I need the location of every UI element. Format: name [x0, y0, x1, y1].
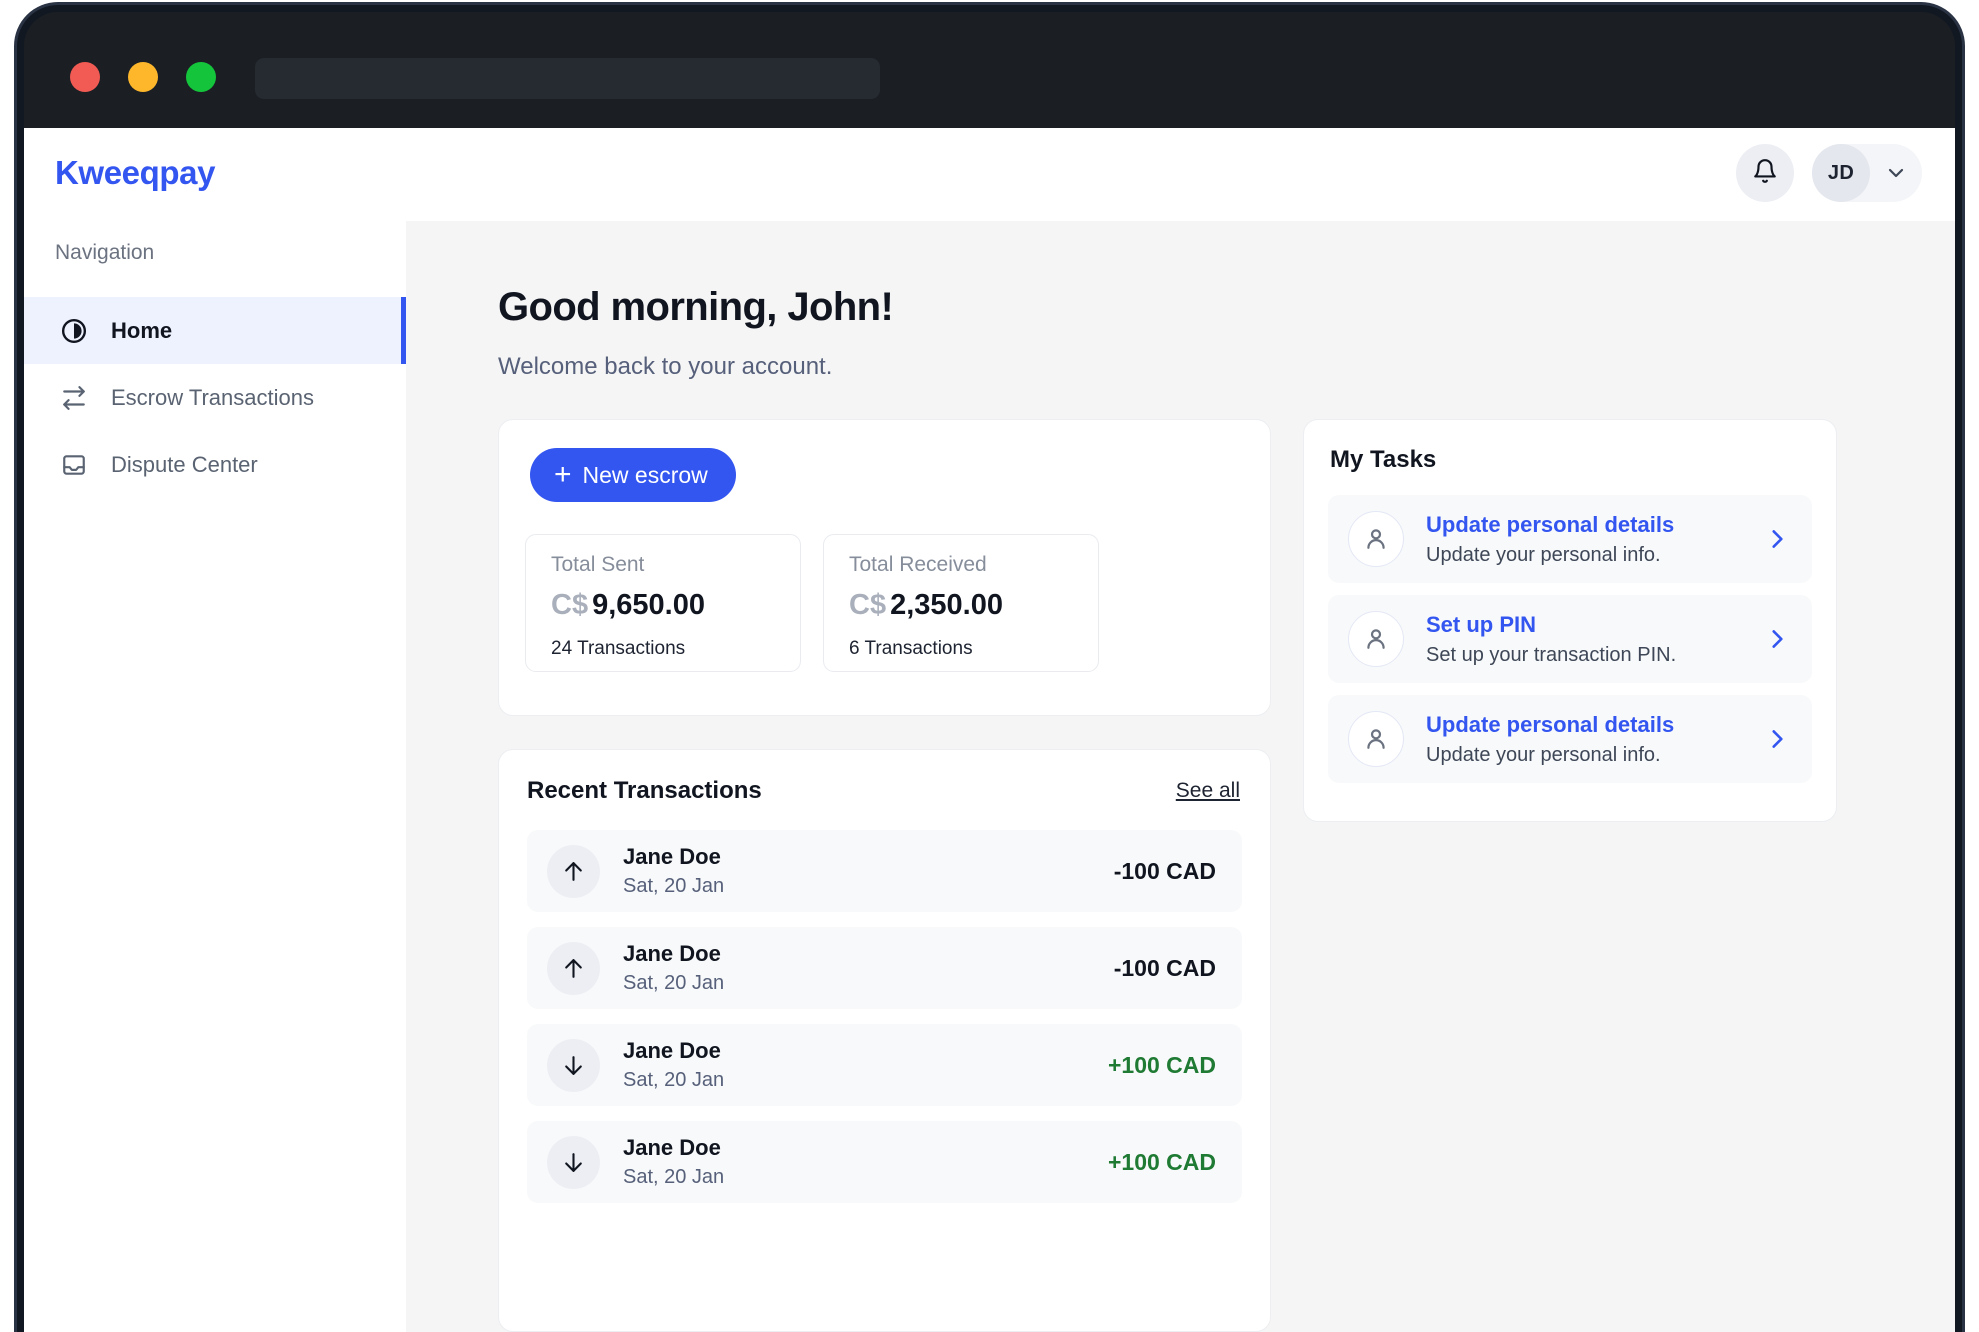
browser-titlebar: [24, 12, 1955, 128]
stat-label: Total Received: [849, 553, 987, 576]
list-item[interactable]: Update personal details Update your pers…: [1328, 695, 1812, 783]
chevron-down-icon: [1884, 161, 1908, 185]
sidebar-item-escrow-transactions[interactable]: Escrow Transactions: [24, 364, 406, 431]
main-content: Good morning, John! Welcome back to your…: [406, 221, 1955, 1332]
list-item[interactable]: Set up PIN Set up your transaction PIN.: [1328, 595, 1812, 683]
table-row[interactable]: Jane Doe Sat, 20 Jan -100 CAD: [527, 927, 1242, 1009]
transaction-info: Jane Doe Sat, 20 Jan: [623, 941, 1114, 995]
sidebar-section-label: Navigation: [55, 241, 155, 264]
amount-value: 2,350.00: [890, 589, 1003, 621]
sidebar-item-label: Dispute Center: [111, 451, 258, 477]
my-tasks-card: My Tasks Update personal details Update …: [1303, 419, 1837, 822]
brand-logo[interactable]: Kweeqpay: [55, 154, 215, 192]
transaction-name: Jane Doe: [623, 844, 721, 869]
transaction-date: Sat, 20 Jan: [623, 875, 725, 897]
task-info: Update personal details Update your pers…: [1426, 512, 1764, 567]
new-escrow-button[interactable]: + New escrow: [530, 448, 736, 502]
new-escrow-label: New escrow: [582, 461, 708, 488]
stat-card-total-received: Total Received C$ 2,350.00 6 Transactions: [823, 534, 1099, 672]
task-info: Update personal details Update your pers…: [1426, 712, 1764, 767]
transaction-list: Jane Doe Sat, 20 Jan -100 CAD Jane Doe S…: [527, 830, 1242, 1218]
sidebar-item-label: Home: [111, 317, 173, 343]
transaction-info: Jane Doe Sat, 20 Jan: [623, 1038, 1108, 1092]
transaction-amount: -100 CAD: [1113, 954, 1216, 981]
stat-amount: C$ 2,350.00: [849, 589, 1003, 622]
arrow-up-icon: [547, 844, 600, 898]
currency-code: C$: [849, 589, 887, 621]
arrow-down-icon: [547, 1135, 600, 1189]
chevron-right-icon[interactable]: [1764, 726, 1790, 752]
task-description: Update your personal info.: [1426, 543, 1661, 566]
page-subtitle: Welcome back to your account.: [498, 353, 833, 380]
transaction-info: Jane Doe Sat, 20 Jan: [623, 844, 1114, 898]
browser-window: Kweeqpay JD Navigation Home Escrow Trans…: [24, 12, 1955, 1332]
notifications-button[interactable]: [1736, 144, 1794, 202]
see-all-link[interactable]: See all: [1176, 779, 1240, 803]
task-description: Update your personal info.: [1426, 743, 1661, 766]
overview-card: + New escrow Total Sent C$ 9,650.00 24 Tr…: [498, 419, 1271, 716]
user-icon: [1348, 611, 1404, 667]
transaction-date: Sat, 20 Jan: [623, 1166, 725, 1188]
inbox-tray-icon: [60, 451, 88, 479]
header-actions: JD: [1736, 144, 1922, 202]
user-icon: [1348, 511, 1404, 567]
transaction-amount: +100 CAD: [1107, 1148, 1216, 1175]
stat-card-total-sent: Total Sent C$ 9,650.00 24 Transactions: [525, 534, 801, 672]
transaction-date: Sat, 20 Jan: [623, 1069, 725, 1091]
table-row[interactable]: Jane Doe Sat, 20 Jan +100 CAD: [527, 1121, 1242, 1203]
sidebar-nav-list: Home Escrow Transactions Dispute Center: [24, 297, 406, 498]
list-item[interactable]: Update personal details Update your pers…: [1328, 495, 1812, 583]
stat-count: 24 Transactions: [551, 638, 686, 659]
stat-count: 6 Transactions: [849, 638, 973, 659]
table-row[interactable]: Jane Doe Sat, 20 Jan +100 CAD: [527, 1024, 1242, 1106]
amount-value: 9,650.00: [592, 589, 705, 621]
transaction-name: Jane Doe: [623, 941, 721, 966]
plus-icon: +: [554, 458, 572, 491]
stat-label: Total Sent: [551, 553, 645, 576]
currency-code: C$: [551, 589, 589, 621]
transaction-name: Jane Doe: [623, 1135, 721, 1160]
task-title: Update personal details: [1426, 511, 1675, 537]
arrow-down-icon: [547, 1038, 600, 1092]
sidebar: Navigation Home Escrow Transactions Disp…: [24, 221, 406, 1332]
table-row[interactable]: Jane Doe Sat, 20 Jan -100 CAD: [527, 830, 1242, 912]
exchange-arrows-icon: [60, 384, 88, 412]
transaction-info: Jane Doe Sat, 20 Jan: [623, 1135, 1108, 1189]
section-title: Recent Transactions: [527, 777, 762, 804]
chevron-right-icon[interactable]: [1764, 526, 1790, 552]
stat-amount: C$ 9,650.00: [551, 589, 705, 622]
app-header: Kweeqpay JD: [24, 128, 1955, 221]
profile-menu-button[interactable]: JD: [1812, 144, 1922, 202]
task-title: Set up PIN: [1426, 611, 1537, 637]
recent-transactions-card: Recent Transactions See all Jane Doe Sat…: [498, 749, 1271, 1332]
application-viewport: Kweeqpay JD Navigation Home Escrow Trans…: [24, 128, 1955, 1332]
sidebar-item-label: Escrow Transactions: [111, 384, 314, 410]
sidebar-item-home[interactable]: Home: [24, 297, 406, 364]
transaction-amount: -100 CAD: [1113, 857, 1216, 884]
window-close-button[interactable]: [70, 62, 100, 92]
task-info: Set up PIN Set up your transaction PIN.: [1426, 612, 1764, 667]
section-title: My Tasks: [1330, 446, 1437, 473]
user-icon: [1348, 711, 1404, 767]
avatar: JD: [1812, 144, 1870, 202]
transaction-name: Jane Doe: [623, 1038, 721, 1063]
arrow-up-icon: [547, 941, 600, 995]
contrast-circle-icon: [60, 317, 88, 345]
browser-url-bar[interactable]: [255, 58, 880, 99]
window-maximize-button[interactable]: [186, 62, 216, 92]
bell-icon: [1752, 157, 1778, 190]
transaction-amount: +100 CAD: [1107, 1051, 1216, 1078]
page-title: Good morning, John!: [498, 285, 894, 329]
window-minimize-button[interactable]: [128, 62, 158, 92]
transaction-date: Sat, 20 Jan: [623, 972, 725, 994]
task-description: Set up your transaction PIN.: [1426, 643, 1677, 666]
sidebar-item-dispute-center[interactable]: Dispute Center: [24, 431, 406, 498]
chevron-right-icon[interactable]: [1764, 626, 1790, 652]
tasks-list: Update personal details Update your pers…: [1328, 495, 1812, 795]
task-title: Update personal details: [1426, 711, 1675, 737]
